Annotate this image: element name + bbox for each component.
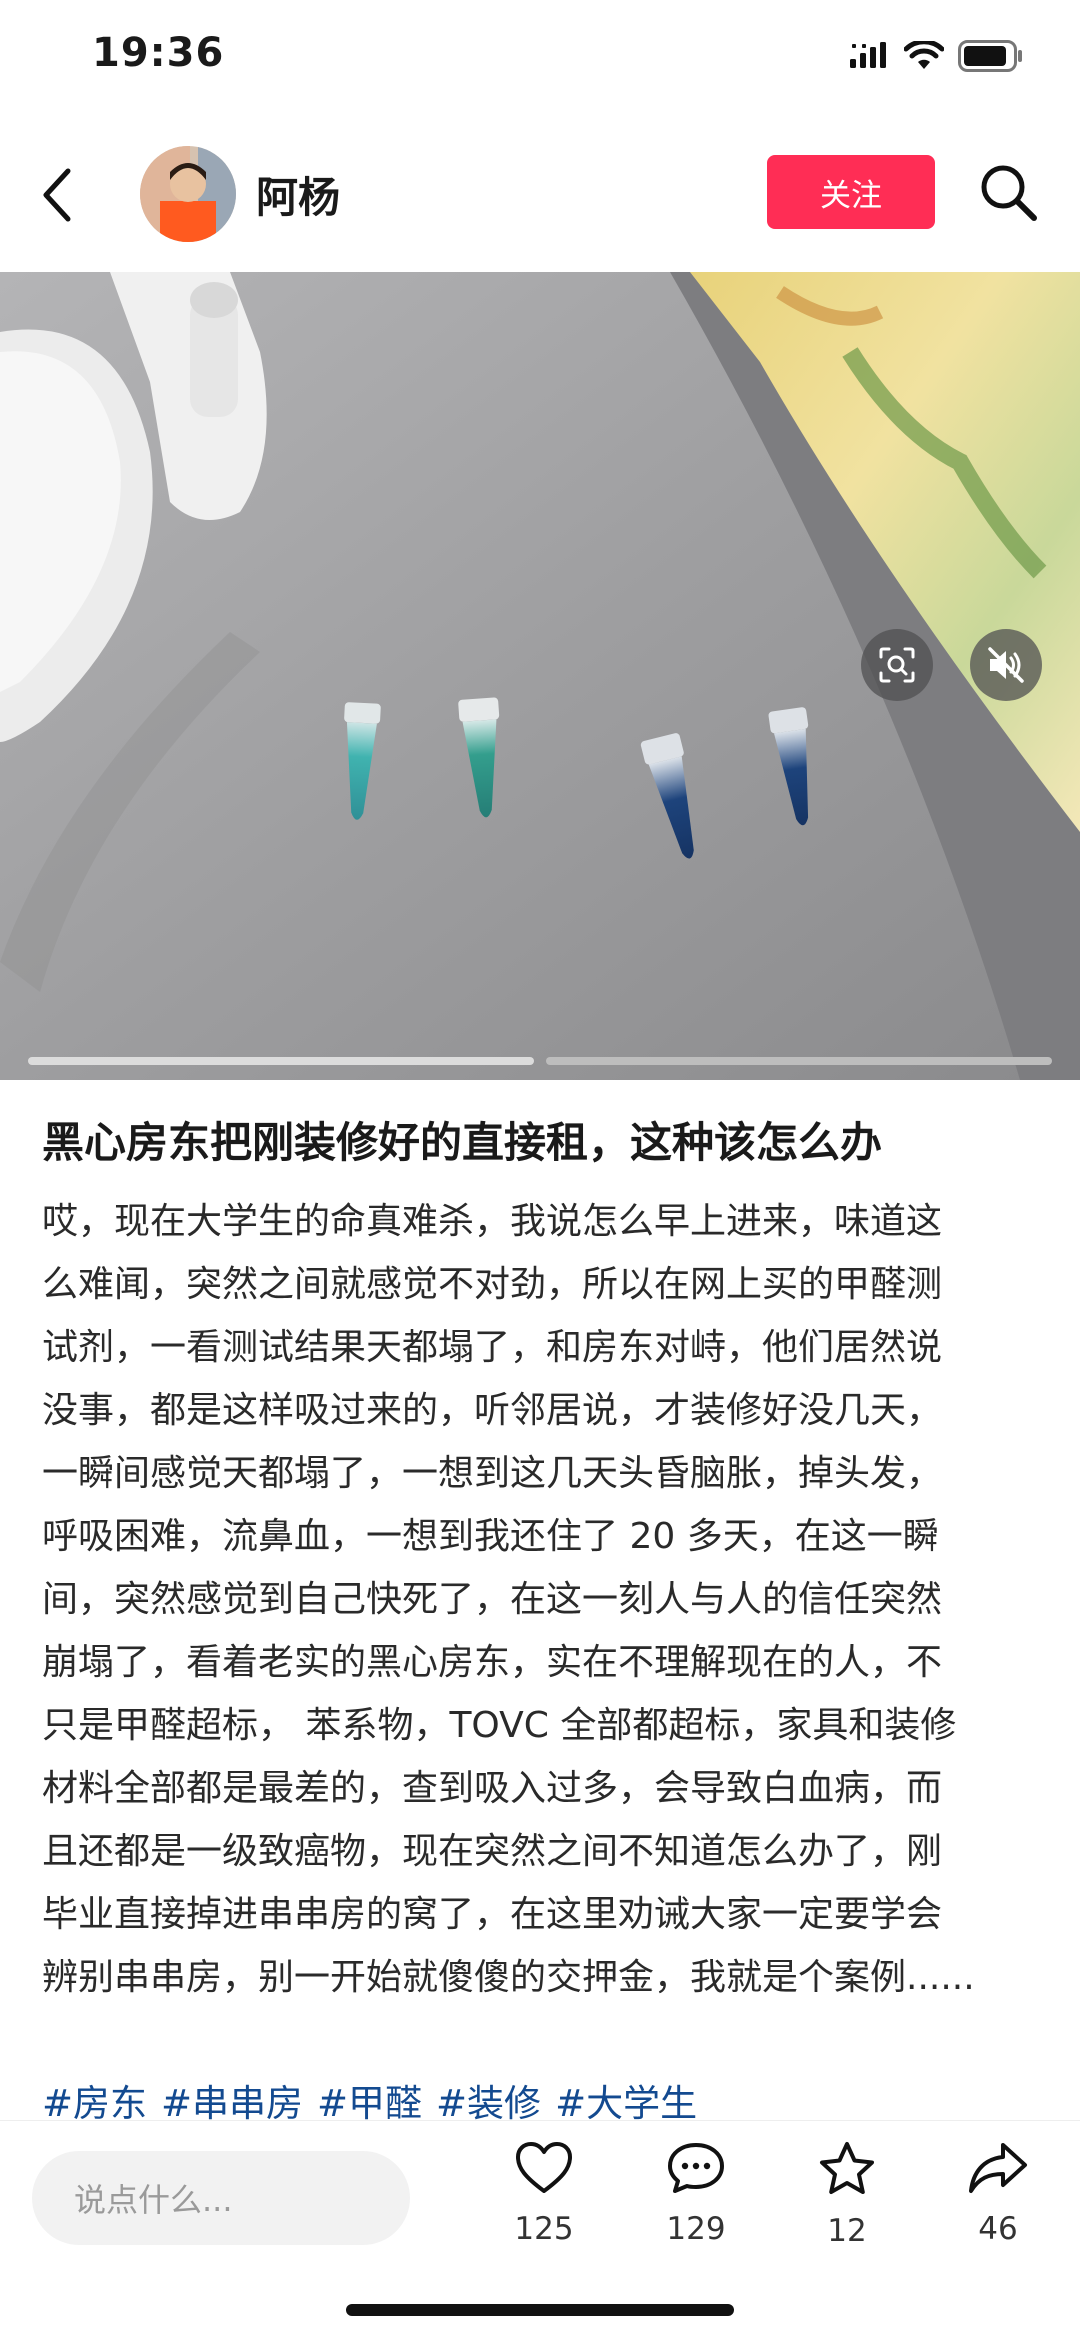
collect-count: 12 [827, 2213, 867, 2249]
signal-icon [850, 42, 890, 74]
scan-icon [879, 647, 915, 683]
heart-icon [516, 2142, 572, 2193]
comment-button[interactable]: 129 [636, 2141, 756, 2281]
post-body: 哎，现在大学生的命真难杀，我说怎么早上进来，味道这 么难闻，突然之间就感觉不对劲，… [42, 1190, 1042, 2009]
follow-button[interactable]: 关注 [767, 155, 935, 229]
post-media[interactable] [0, 272, 1080, 1080]
share-button[interactable]: 46 [938, 2141, 1058, 2281]
profile-header: 阿杨 关注 [0, 130, 1080, 270]
chevron-left-icon [43, 168, 71, 222]
scan-button[interactable] [861, 629, 933, 701]
home-indicator [346, 2304, 734, 2316]
search-icon [981, 165, 1037, 221]
hashtag-link[interactable]: #房东 [42, 2076, 147, 2120]
status-bar: 19:36 [0, 0, 1080, 120]
search-button[interactable] [976, 160, 1044, 228]
share-icon [969, 2143, 1027, 2193]
hashtag-link[interactable]: #串串房 [161, 2076, 303, 2120]
post-body-line: 崩塌了，看着老实的黑心房东，实在不理解现在的人，不 [42, 1642, 943, 1683]
carousel-progress-active [28, 1057, 534, 1065]
battery-icon [958, 40, 1024, 76]
hashtag-link[interactable]: #甲醛 [317, 2076, 422, 2120]
post-body-line: 哎，现在大学生的命真难杀，我说怎么早上进来，味道这 [42, 1201, 943, 1242]
post-body-line: 没事，都是这样吸过来的，听邻居说，才装修好没几天， [42, 1390, 943, 1431]
hashtag-link[interactable]: #大学生 [555, 2076, 697, 2120]
wifi-icon [903, 39, 945, 75]
status-icons [850, 39, 1024, 76]
mute-button[interactable] [970, 629, 1042, 701]
tag-list: #房东 #串串房 #甲醛 #装修 #大学生 [42, 2076, 1042, 2120]
post-body-line: 间，突然感觉到自己快死了，在这一刻人与人的信任突然 [42, 1579, 943, 1620]
comment-input[interactable]: 说点什么... [32, 2151, 410, 2245]
post-body-line: 呼吸困难，流鼻血，一想到我还住了 20 多天，在这一瞬 [42, 1516, 939, 1557]
username[interactable]: 阿杨 [256, 164, 340, 225]
post-body-line: 试剂，一看测试结果天都塌了，和房东对峙，他们居然说 [42, 1327, 943, 1368]
post-title: 黑心房东把刚装修好的直接租，这种该怎么办 [42, 1118, 883, 1167]
collect-button[interactable]: 12 [787, 2141, 907, 2281]
post-body-line: 材料全部都是最差的，查到吸入过多，会导致白血病，而 [42, 1768, 943, 1809]
post-body-line: 且还都是一级致癌物，现在突然之间不知道怎么办了，刚 [42, 1831, 943, 1872]
post-body-line: 一瞬间感觉天都塌了，一想到这几天头昏脑胀，掉头发， [42, 1453, 943, 1494]
post-body-line: 毕业直接掉进串串房的窝了，在这里劝诫大家一定要学会 [42, 1894, 943, 1935]
carousel-progress-inactive [546, 1057, 1052, 1065]
comment-icon [668, 2143, 724, 2193]
post-body-line: 辨别串串房，别一开始就傻傻的交押金，我就是个案例...... [42, 1957, 975, 1998]
hashtag-link[interactable]: #装修 [436, 2076, 541, 2120]
like-button[interactable]: 125 [484, 2141, 604, 2281]
post-body-line: 么难闻，突然之间就感觉不对劲，所以在网上买的甲醛测 [42, 1264, 943, 1305]
like-count: 125 [514, 2211, 574, 2247]
avatar[interactable] [140, 146, 236, 242]
status-time: 19:36 [92, 30, 225, 76]
share-count: 46 [978, 2211, 1018, 2247]
star-icon [820, 2142, 874, 2194]
post-body-line: 只是甲醛超标， 苯系物，TOVC 全部都超标，家具和装修 [42, 1705, 957, 1746]
comment-count: 129 [666, 2211, 726, 2247]
mute-icon [988, 647, 1024, 683]
back-button[interactable] [40, 160, 90, 230]
